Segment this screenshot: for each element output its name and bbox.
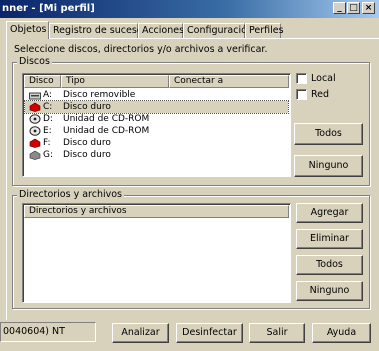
cdrom-drive-icon [29,114,41,124]
disk-type: Unidad de CD-ROM [63,114,150,124]
hard-disk-icon [29,102,41,112]
disk-type: Disco removible [63,90,136,100]
cdrom-drive-icon [29,126,41,136]
disk-type: Disco duro [63,102,111,112]
disk-letter: F: [43,138,51,148]
tab-acciones[interactable]: Acciones [138,23,184,38]
disks-select-none-button[interactable]: Ninguno [294,155,363,177]
maximize-button[interactable]: □ [347,2,360,14]
instruction-text: Seleccione discos, directorios y/o archi… [14,44,268,55]
local-checkbox[interactable] [296,73,307,84]
minimize-button[interactable]: _ [333,2,346,14]
tab-perfiles[interactable]: Perfiles [245,23,284,38]
help-button[interactable]: Ayuda [312,323,371,343]
dirs-group-title: Directorios y archivos [17,189,125,200]
column-header-tipo[interactable]: Tipo [61,75,169,88]
hard-disk-icon [29,150,41,160]
tab-registro-de-sucesos[interactable]: Registro de sucesos [49,23,148,38]
red-checkbox-label: Red [311,89,330,100]
disk-letter: G: [43,150,54,160]
status-text: 0040604) NT [0,322,96,342]
dirs-select-none-button[interactable]: Ninguno [296,281,363,301]
disks-select-all-button[interactable]: Todos [294,123,363,145]
disk-type: Unidad de CD-ROM [63,126,150,136]
window-title: nner - [Mi perfil] [2,3,95,14]
disk-row-f[interactable]: F: Disco duro [25,137,288,149]
disk-row-c[interactable]: C: Disco duro [24,100,289,114]
disk-letter: E: [43,126,52,136]
disk-type: Disco duro [63,138,111,148]
dirs-list[interactable]: Directorios y archivos [22,203,291,303]
analyze-button[interactable]: Analizar [112,323,169,343]
disk-row-e[interactable]: E: Unidad de CD-ROM [25,125,288,137]
disk-letter: A: [43,90,53,100]
floppy-drive-icon [29,92,41,100]
tab-objetos[interactable]: Objetos [6,21,49,39]
close-button[interactable]: × [362,2,375,14]
column-header-directorios-y-archivos[interactable]: Directorios y archivos [24,205,289,218]
hard-disk-icon [29,138,41,148]
disk-letter: C: [43,102,53,112]
tab-configuracion[interactable]: Configuración [183,23,253,38]
disk-row-a[interactable]: A: Disco removible [25,89,288,101]
red-checkbox[interactable] [296,89,307,100]
column-header-disco[interactable]: Disco [24,75,61,88]
remove-button[interactable]: Eliminar [296,229,363,249]
dirs-select-all-button[interactable]: Todos [296,255,363,275]
column-header-conectar-a[interactable]: Conectar a [169,75,289,88]
disk-type: Disco duro [63,150,111,160]
title-bar[interactable]: nner - [Mi perfil] _ □ × [0,0,379,18]
local-checkbox-label: Local [311,73,336,84]
disk-row-g[interactable]: G: Disco duro [25,149,288,161]
disinfect-button[interactable]: Desinfectar [176,323,243,343]
disks-group-title: Discos [17,56,52,67]
disk-letter: D: [43,114,53,124]
exit-button[interactable]: Salir [249,323,305,343]
add-button[interactable]: Agregar [296,203,363,223]
disks-list[interactable]: Disco Tipo Conectar a A: Disco removible… [22,73,291,177]
disk-row-d[interactable]: D: Unidad de CD-ROM [25,113,288,125]
